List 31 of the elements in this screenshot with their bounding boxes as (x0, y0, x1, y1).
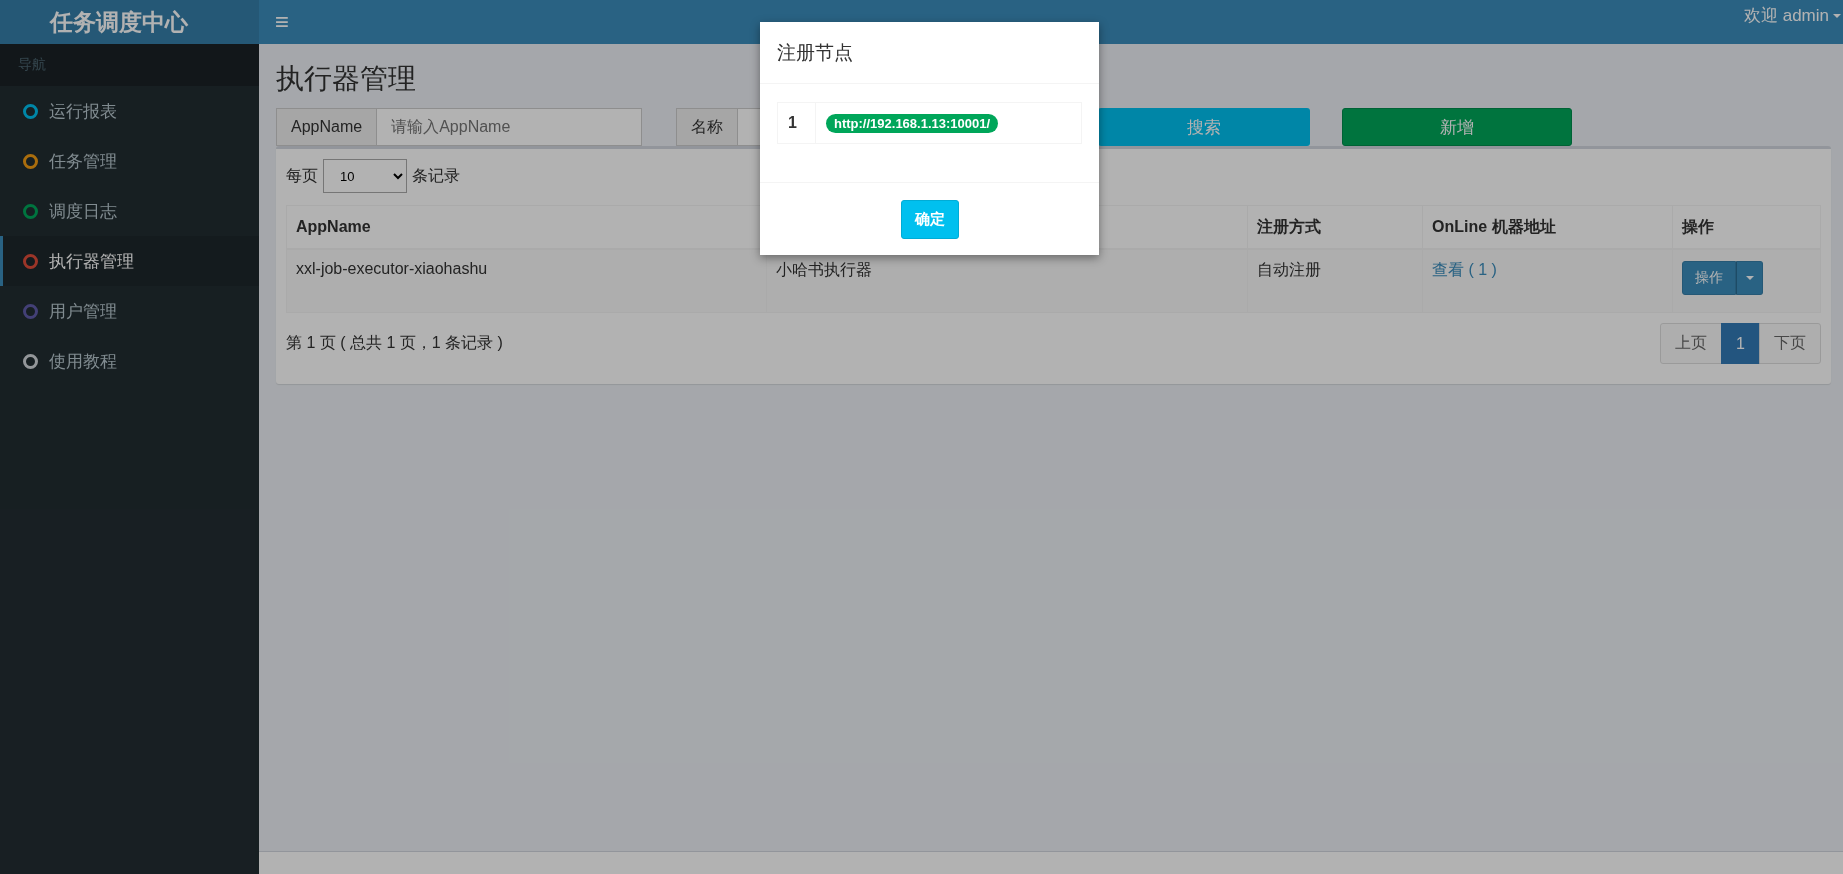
page-button[interactable]: 下页 (1759, 323, 1821, 364)
sidebar-item[interactable]: 调度日志 (0, 186, 259, 236)
dropdown-button[interactable] (1736, 261, 1763, 295)
caret-icon (1833, 13, 1841, 18)
sidebar-item[interactable]: 任务管理 (0, 136, 259, 186)
table-cell: 1 (777, 102, 816, 144)
field-label: 名称 (676, 108, 738, 146)
table-summary: 第 1 页 ( 总共 1 页，1 条记录 ) (286, 333, 503, 353)
action-button[interactable]: 操作 (1682, 261, 1736, 295)
page-button[interactable]: 上页 (1660, 323, 1723, 364)
page-size-label: 每页 (286, 165, 318, 186)
page-size-label: 条记录 (412, 165, 460, 186)
input-field[interactable]: 请输入AppName (377, 108, 642, 146)
app-logo[interactable]: 任务调度中心 (0, 0, 259, 44)
page-title: 执行器管理 (276, 62, 416, 96)
page-button[interactable]: 1 (1721, 323, 1760, 364)
field-label: AppName (276, 108, 378, 146)
ok-button[interactable]: 确定 (900, 199, 959, 239)
page-size-select[interactable]: 10 (323, 159, 407, 193)
modal-title: 注册节点 (777, 40, 853, 65)
caret-icon (1745, 276, 1754, 280)
user-menu[interactable]: 欢迎 admin (1743, 0, 1843, 27)
table-cell: xxl-job-executor-xiaohashu (286, 249, 767, 313)
table-cell: 自动注册 (1247, 249, 1423, 313)
sidebar-item[interactable]: 使用教程 (0, 336, 259, 386)
sidebar-item[interactable]: 执行器管理 (0, 236, 259, 286)
view-link[interactable]: 查看 ( 1 ) (1432, 261, 1497, 278)
sidebar-item[interactable]: 用户管理 (0, 286, 259, 336)
add-button[interactable]: 新增 (1342, 108, 1572, 146)
sidebar-item[interactable]: 运行报表 (0, 86, 259, 136)
address-badge: http://192.168.1.13:10001/ (826, 114, 999, 133)
